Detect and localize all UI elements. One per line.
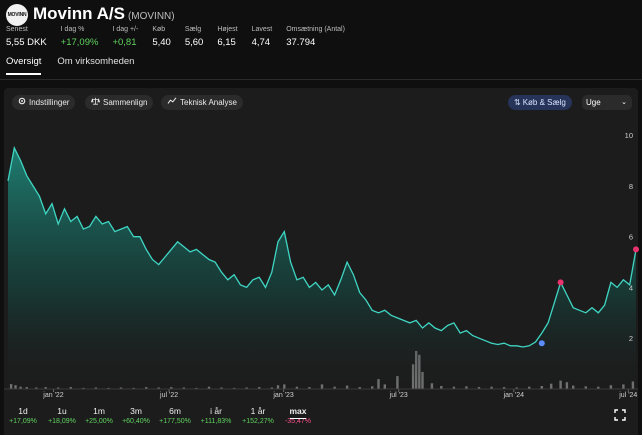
range-change: +152,27% xyxy=(242,418,274,425)
x-tick-label: jan '22 xyxy=(42,392,64,399)
y-tick-label: 4 xyxy=(629,283,633,292)
range-button-7[interactable]: max -35,47% xyxy=(278,406,318,425)
range-button-6[interactable]: 1 år +152,27% xyxy=(238,406,278,425)
range-change: +60,40% xyxy=(122,418,150,425)
low-price-marker xyxy=(538,340,545,347)
y-tick-label: 2 xyxy=(629,334,633,343)
high-price-marker xyxy=(557,279,564,286)
y-tick-label: 10 xyxy=(625,131,633,140)
price-area-fill xyxy=(8,147,636,389)
range-button-0[interactable]: 1d +17,09% xyxy=(3,406,43,425)
range-change: -35,47% xyxy=(284,418,312,425)
x-tick-label: jan '24 xyxy=(503,392,525,399)
x-tick-label: jul '24 xyxy=(618,392,637,399)
x-axis: jan '22 jul '22 jan '23 jul '23 jan '24 jul '… xyxy=(4,388,638,399)
range-label: 1u xyxy=(57,406,67,416)
range-label: 1 år xyxy=(250,406,266,416)
range-selector: 1d +17,09% 1u +18,09% 1m +25,00% 3m +60,40% 6m +1… xyxy=(0,403,642,435)
range-label: 3m xyxy=(130,406,142,416)
range-label: max xyxy=(289,406,307,416)
range-label: i år xyxy=(210,406,222,416)
x-tick-label: jan '23 xyxy=(272,392,294,399)
x-tick-label: jul '23 xyxy=(389,392,408,399)
y-tick-label: 8 xyxy=(629,182,633,191)
x-tick-label: jul '22 xyxy=(159,392,178,399)
active-range-underline xyxy=(290,418,306,419)
y-tick-label: 6 xyxy=(629,233,633,242)
range-button-3[interactable]: 3m +60,40% xyxy=(116,406,156,425)
last-price-marker xyxy=(633,246,639,253)
range-label: 1d xyxy=(18,406,28,416)
range-change: +177,50% xyxy=(159,418,191,425)
range-change: +17,09% xyxy=(9,418,37,425)
range-button-4[interactable]: 6m +177,50% xyxy=(155,406,195,425)
range-button-2[interactable]: 1m +25,00% xyxy=(79,406,119,425)
range-change: +111,83% xyxy=(200,418,232,425)
range-label: 1m xyxy=(93,406,105,416)
range-label: 6m xyxy=(169,406,181,416)
range-change: +18,09% xyxy=(48,418,76,425)
range-button-5[interactable]: i år +111,83% xyxy=(196,406,236,425)
price-chart[interactable]: 246810 jan '22 jul '22 jan '23 jul '23 jan '… xyxy=(0,0,642,435)
range-change: +25,00% xyxy=(85,418,113,425)
fullscreen-icon[interactable] xyxy=(614,408,626,421)
range-button-1[interactable]: 1u +18,09% xyxy=(42,406,82,425)
